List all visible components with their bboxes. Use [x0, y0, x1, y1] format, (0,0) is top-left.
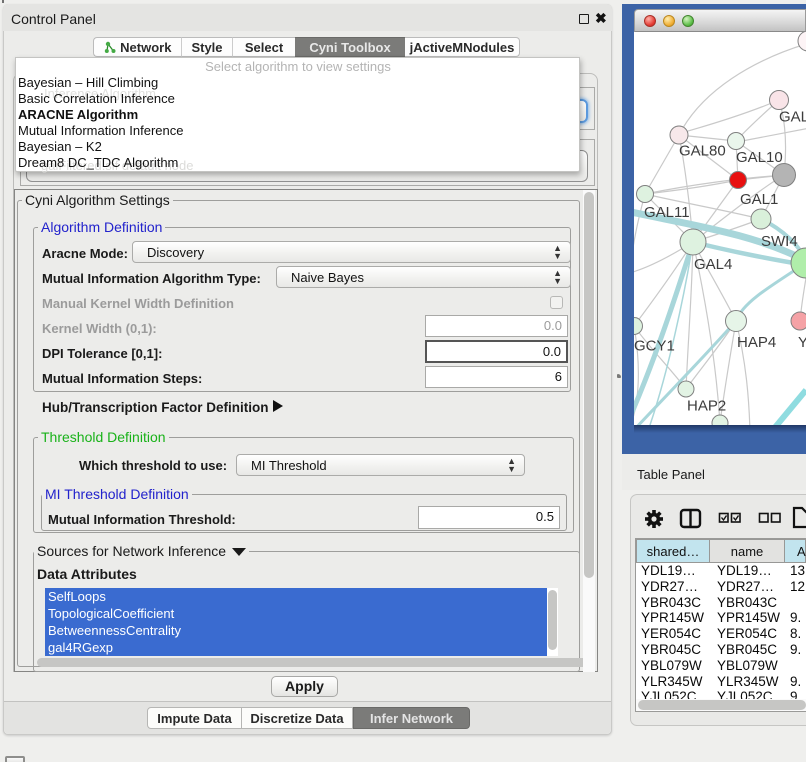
- svg-text:HAP2: HAP2: [687, 398, 726, 415]
- svg-text:HAP4: HAP4: [737, 334, 776, 351]
- svg-text:YM: YM: [798, 334, 806, 351]
- svg-text:GAL1: GAL1: [740, 191, 778, 208]
- svg-text:GAL10: GAL10: [736, 149, 783, 166]
- svg-text:GCY1: GCY1: [634, 338, 675, 355]
- svg-text:GAL11: GAL11: [644, 204, 690, 221]
- svg-text:SWI4: SWI4: [761, 233, 798, 250]
- svg-text:GAL2: GAL2: [779, 109, 806, 126]
- svg-text:GAL80: GAL80: [679, 143, 726, 160]
- svg-text:GAL4: GAL4: [694, 256, 732, 273]
